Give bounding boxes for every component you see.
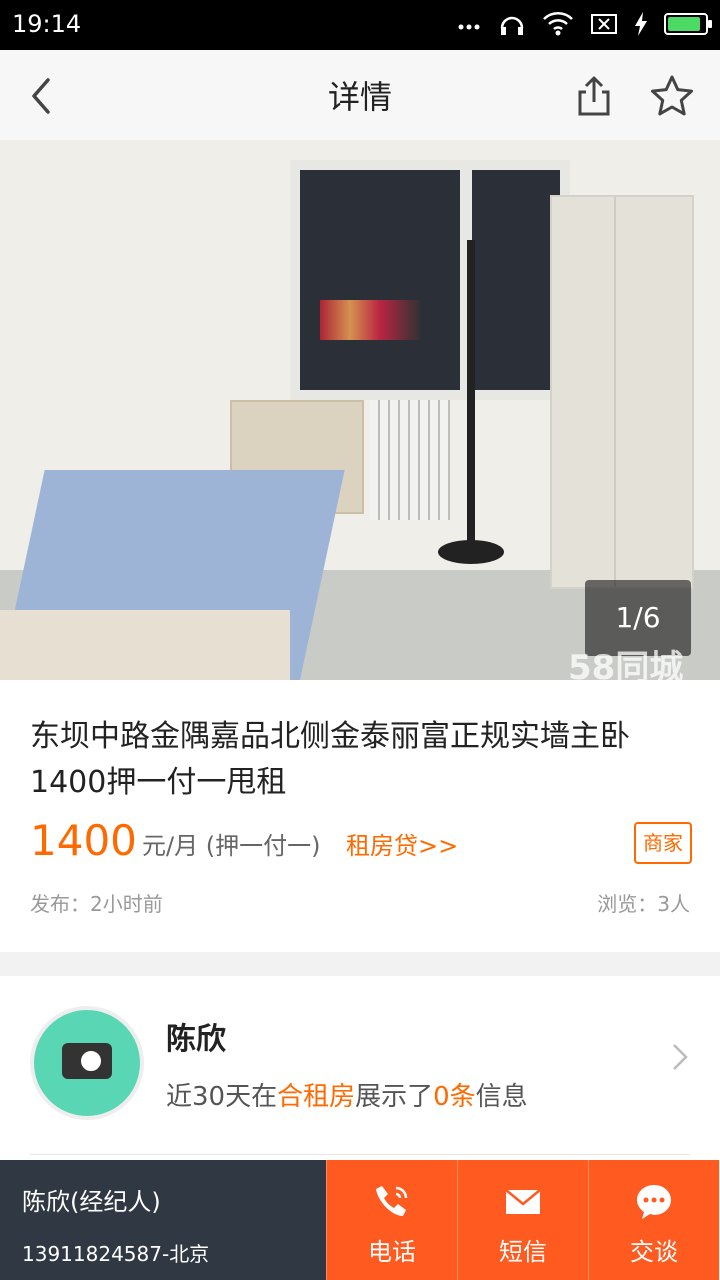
call-label: 电话 — [368, 1238, 416, 1266]
app-header: 详情 — [0, 50, 720, 141]
charging-icon — [635, 12, 647, 36]
agent-card[interactable]: 陈欣 近30天在合租房展示了0条信息 — [0, 976, 720, 1160]
chat-label: 交谈 — [630, 1238, 678, 1266]
status-time: 19:14 — [12, 10, 82, 38]
sms-label: 短信 — [499, 1238, 547, 1266]
rent-loan-link[interactable]: 租房贷>> — [346, 826, 458, 861]
view-count: 浏览：3人 — [597, 892, 690, 916]
coat-stand-graphic — [467, 240, 475, 560]
more-dots-icon — [458, 24, 480, 30]
price: 1400 — [30, 816, 137, 865]
chat-button[interactable]: 交谈 — [588, 1160, 719, 1280]
contact-phone: 13911824587-北京 — [22, 1242, 210, 1266]
agent-name: 陈欣 — [166, 1022, 226, 1057]
radiator-graphic — [370, 400, 450, 520]
headset-icon — [500, 16, 524, 35]
listing-title: 东坝中路金隅嘉品北侧金泰丽富正规实墙主卧1400押一付一甩租 — [30, 719, 630, 800]
window-graphic — [290, 160, 570, 400]
watermark: 58同城 — [568, 648, 684, 680]
price-unit: 元/月 (押一付一) — [142, 832, 321, 860]
battery-icon — [664, 13, 712, 35]
wifi-icon — [543, 12, 573, 36]
star-icon[interactable] — [648, 72, 696, 120]
contact-name: 陈欣(经纪人) — [22, 1188, 161, 1216]
status-icons — [456, 10, 712, 38]
divider — [30, 1154, 690, 1155]
wardrobe-graphic — [550, 195, 694, 589]
listing-photo[interactable]: 1/6 58同城 — [0, 140, 720, 680]
merchant-badge: 商家 — [634, 822, 692, 864]
no-sim-icon — [591, 14, 617, 34]
publish-time: 发布：2小时前 — [30, 892, 163, 916]
share-icon[interactable] — [570, 72, 618, 120]
chat-bubble-icon — [637, 1185, 671, 1219]
avatar — [30, 1006, 144, 1120]
phone-icon — [376, 1186, 408, 1216]
listing-info: 东坝中路金隅嘉品北侧金泰丽富正规实墙主卧1400押一付一甩租 1400 元/月 … — [0, 680, 720, 952]
bottom-action-bar: 陈欣(经纪人) 13911824587-北京 电话 短信 交谈 — [0, 1160, 720, 1280]
contact-info: 陈欣(经纪人) 13911824587-北京 — [0, 1160, 326, 1280]
status-bar: 19:14 — [0, 0, 720, 50]
envelope-icon — [505, 1189, 541, 1214]
chevron-right-icon — [673, 1044, 688, 1070]
sms-button[interactable]: 短信 — [457, 1160, 588, 1280]
call-button[interactable]: 电话 — [326, 1160, 457, 1280]
agent-stats: 近30天在合租房展示了0条信息 — [166, 1082, 528, 1112]
